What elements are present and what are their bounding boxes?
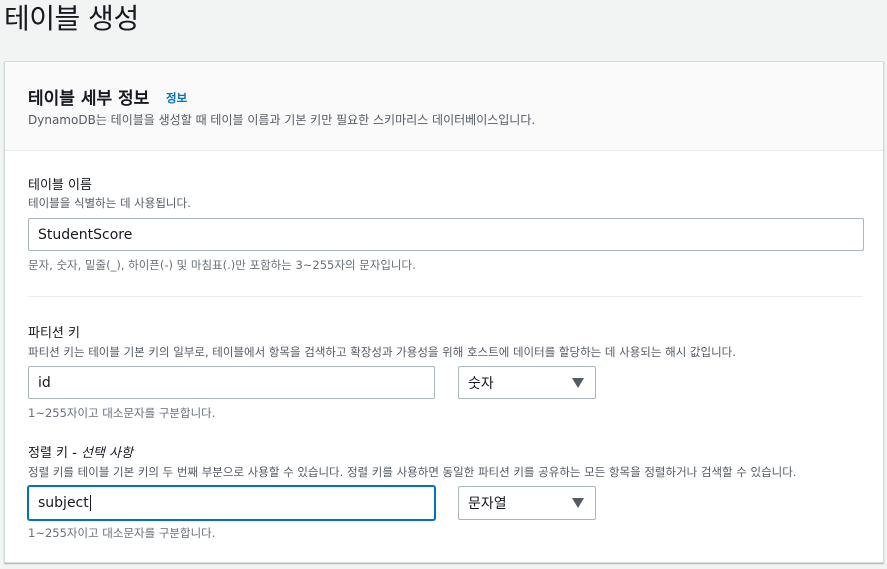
sort-key-label-text: 정렬 키 — [28, 446, 69, 461]
sort-key-constraint: 1~255자이고 대소문자를 구분합니다. — [28, 526, 216, 540]
sort-key-description: 정렬 키를 테이블 기본 키의 두 번째 부분으로 사용할 수 있습니다. 정렬… — [28, 465, 797, 479]
text-cursor — [89, 495, 91, 511]
sort-key-type-value: 문자열 — [468, 496, 507, 512]
partition-key-label: 파티션 키 — [28, 326, 80, 341]
panel-header: 테이블 세부 정보 정보 DynamoDB는 테이블을 생성할 때 테이블 이름… — [5, 62, 883, 151]
table-details-panel: 테이블 세부 정보 정보 DynamoDB는 테이블을 생성할 때 테이블 이름… — [4, 61, 884, 563]
table-name-label: 테이블 이름 — [28, 178, 92, 193]
sort-key-value: subject — [38, 495, 89, 511]
dropdown-arrow-icon — [572, 377, 584, 388]
table-name-constraint: 문자, 숫자, 밑줄(_), 하이픈(-) 및 마침표(.)만 포함하는 3~2… — [28, 258, 416, 272]
sort-key-type-select[interactable]: 문자열 — [458, 486, 596, 520]
partition-key-type-select[interactable]: 숫자 — [458, 366, 596, 399]
table-name-value: StudentScore — [38, 226, 133, 243]
table-name-input[interactable]: StudentScore — [28, 218, 864, 251]
panel-description: DynamoDB는 테이블을 생성할 때 테이블 이름과 기본 키만 필요한 스… — [28, 113, 536, 127]
partition-key-type-value: 숫자 — [468, 375, 494, 392]
info-link[interactable]: 정보 — [166, 90, 187, 106]
divider — [28, 296, 863, 297]
partition-key-value: id — [38, 374, 51, 391]
sort-key-input[interactable]: subject — [28, 486, 435, 520]
panel-title: 테이블 세부 정보 — [28, 89, 150, 109]
partition-key-input[interactable]: id — [28, 366, 435, 399]
dropdown-arrow-icon — [572, 498, 584, 508]
sort-key-optional-text: - 선택 사항 — [68, 446, 133, 461]
partition-key-constraint: 1~255자이고 대소문자를 구분합니다. — [28, 406, 216, 420]
table-name-description: 테이블을 식별하는 데 사용됩니다. — [28, 196, 191, 210]
page-title: 테이블 생성 — [4, 2, 139, 35]
partition-key-description: 파티션 키는 테이블 기본 키의 일부로, 테이블에서 항목을 검색하고 확장성… — [28, 345, 736, 359]
sort-key-label: 정렬 키 - 선택 사항 — [28, 442, 133, 461]
